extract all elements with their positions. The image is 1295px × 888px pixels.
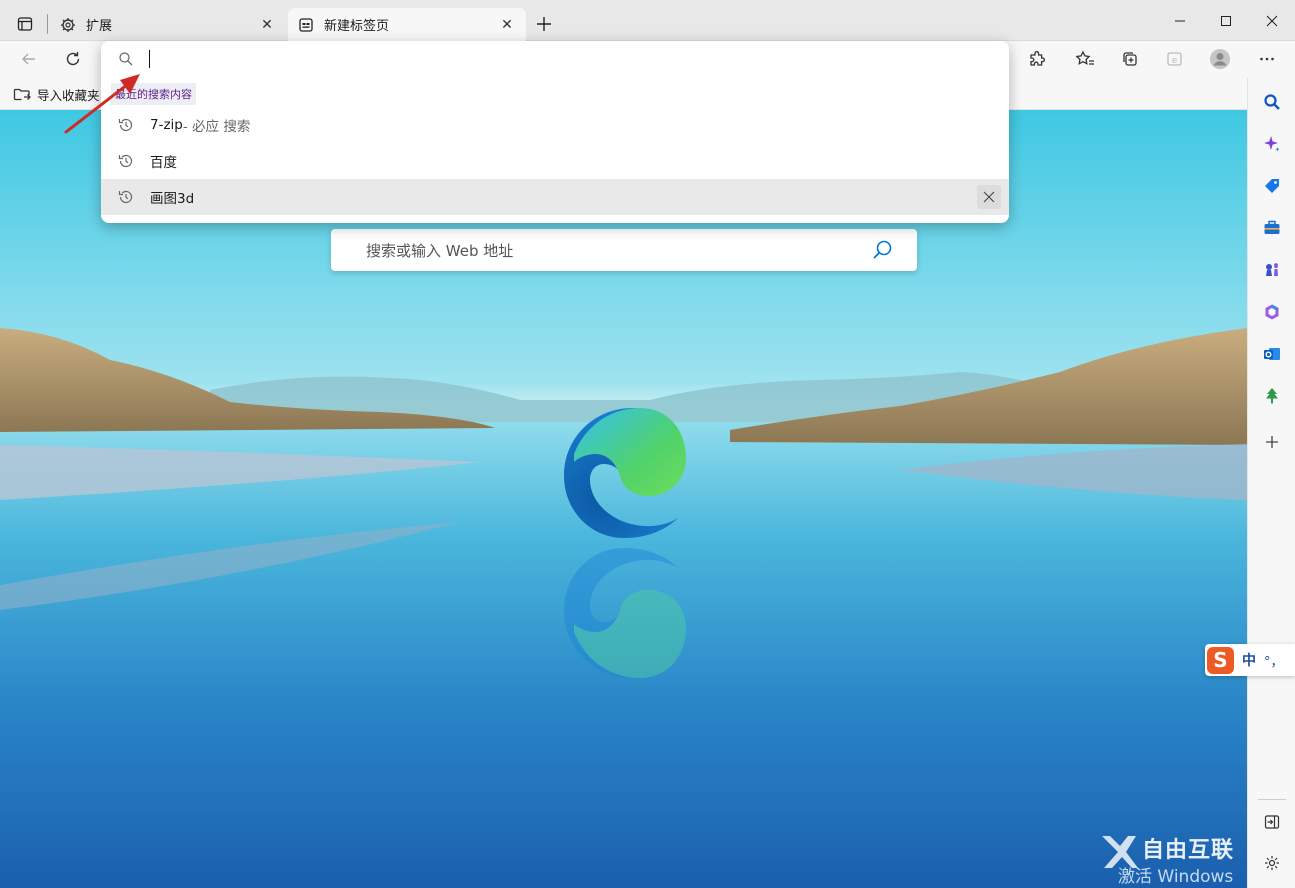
sidebar-discover-button[interactable] — [1259, 131, 1285, 157]
tab-new-tab[interactable]: 新建标签页 ✕ — [288, 8, 526, 41]
new-tab-page-icon — [299, 17, 313, 32]
office-icon — [1265, 304, 1279, 320]
tab-divider — [47, 14, 48, 34]
close-icon: ✕ — [261, 16, 273, 33]
tab-strip: 扩展 ✕ 新建标签页 ✕ — [0, 0, 1295, 41]
suggestion-item[interactable]: 7-zip - 必应 搜索 — [101, 107, 1009, 143]
watermark-brand: 自由互联 — [1142, 838, 1235, 863]
sidebar-search-button[interactable] — [1259, 89, 1285, 115]
ie-mode-button[interactable]: e — [1159, 43, 1191, 75]
sidebar-games-button[interactable] — [1259, 257, 1285, 283]
tab-actions-button[interactable] — [10, 10, 40, 38]
close-icon: ✕ — [501, 16, 513, 33]
maximize-icon — [1221, 15, 1231, 26]
avatar-icon — [1210, 49, 1230, 69]
sidebar-tools-button[interactable] — [1259, 215, 1285, 241]
svg-text:e: e — [1172, 56, 1178, 66]
extensions-button[interactable] — [1021, 43, 1053, 75]
favorites-button[interactable] — [1069, 43, 1101, 75]
star-list-icon — [1075, 50, 1094, 65]
chess-piece-icon — [1266, 263, 1278, 276]
suggestion-item-highlighted[interactable]: 画图3d — [101, 179, 1009, 215]
sidebar — [1247, 78, 1295, 888]
maximize-button[interactable] — [1203, 0, 1249, 41]
suggestion-item[interactable]: 百度 — [101, 143, 1009, 179]
page-search-input[interactable]: 搜索或输入 Web 地址 — [366, 240, 513, 261]
address-bar[interactable] — [101, 41, 1009, 77]
search-icon[interactable] — [871, 239, 893, 261]
collections-icon — [1123, 52, 1137, 66]
ime-toolbar[interactable]: S 中 °， — [1205, 644, 1295, 676]
close-icon — [983, 191, 995, 203]
address-bar-dropdown: 最近的搜索内容 7-zip - 必应 搜索 百度 画图3d — [101, 41, 1009, 223]
watermark: 自由互联 激活 Windows — [1098, 826, 1288, 887]
sidebar-add-button[interactable] — [1259, 429, 1285, 455]
suggestion-text: 百度 — [150, 155, 177, 171]
plus-icon — [1266, 436, 1278, 448]
ie-mode-icon: e — [1167, 52, 1182, 66]
close-icon — [1266, 15, 1278, 26]
tab-actions-icon — [17, 17, 33, 31]
ime-mode-label[interactable]: 中 — [1242, 650, 1256, 670]
ime-punct-label[interactable]: °， — [1264, 651, 1284, 670]
sidebar-outlook-button[interactable] — [1259, 341, 1285, 367]
lake-landscape-image — [0, 110, 1247, 888]
sidebar-shopping-button[interactable] — [1259, 173, 1285, 199]
tree-icon — [1266, 388, 1278, 404]
suggestion-text: 画图3d — [150, 191, 195, 207]
sparkle-icon — [1264, 136, 1280, 152]
suggestion-text: 7-zip — [150, 117, 183, 133]
tab-close-button[interactable]: ✕ — [258, 16, 276, 34]
sogou-logo-icon: S — [1207, 646, 1234, 674]
page-search-box[interactable]: 搜索或输入 Web 地址 — [331, 229, 917, 271]
tab-close-button[interactable]: ✕ — [498, 16, 516, 34]
annotation-arrow-icon — [64, 74, 140, 134]
remove-suggestion-button[interactable] — [977, 185, 1001, 209]
watermark-activate-text: 激活 Windows — [1118, 867, 1234, 887]
new-tab-button[interactable] — [530, 10, 558, 38]
settings-more-button[interactable] — [1251, 43, 1283, 75]
history-icon — [118, 190, 133, 204]
tab-label: 新建标签页 — [324, 19, 390, 34]
profile-button[interactable] — [1204, 43, 1236, 75]
tab-label: 扩展 — [86, 19, 113, 34]
history-icon — [118, 154, 133, 168]
toolbox-icon — [1264, 220, 1280, 234]
suggestion-suffix: - 必应 搜索 — [182, 119, 251, 135]
outlook-icon — [1264, 348, 1280, 360]
collections-button[interactable] — [1114, 43, 1146, 75]
search-icon — [1264, 94, 1280, 110]
sidebar-tree-button[interactable] — [1259, 383, 1285, 409]
sidebar-office-button[interactable] — [1259, 299, 1285, 325]
folder-import-icon — [13, 88, 31, 101]
puzzle-gear-icon — [61, 17, 75, 32]
minimize-icon — [1175, 20, 1185, 21]
tag-icon — [1265, 179, 1279, 193]
sidebar-divider — [1258, 799, 1286, 800]
puzzle-icon — [1030, 51, 1046, 66]
tab-extensions[interactable]: 扩展 ✕ — [50, 8, 286, 41]
more-horizontal-icon — [1260, 57, 1274, 61]
background-image — [0, 110, 1247, 888]
back-button[interactable] — [13, 43, 45, 75]
arrow-left-icon — [22, 53, 35, 65]
minimize-button[interactable] — [1157, 0, 1203, 41]
plus-icon — [537, 17, 551, 31]
close-window-button[interactable] — [1249, 0, 1295, 41]
